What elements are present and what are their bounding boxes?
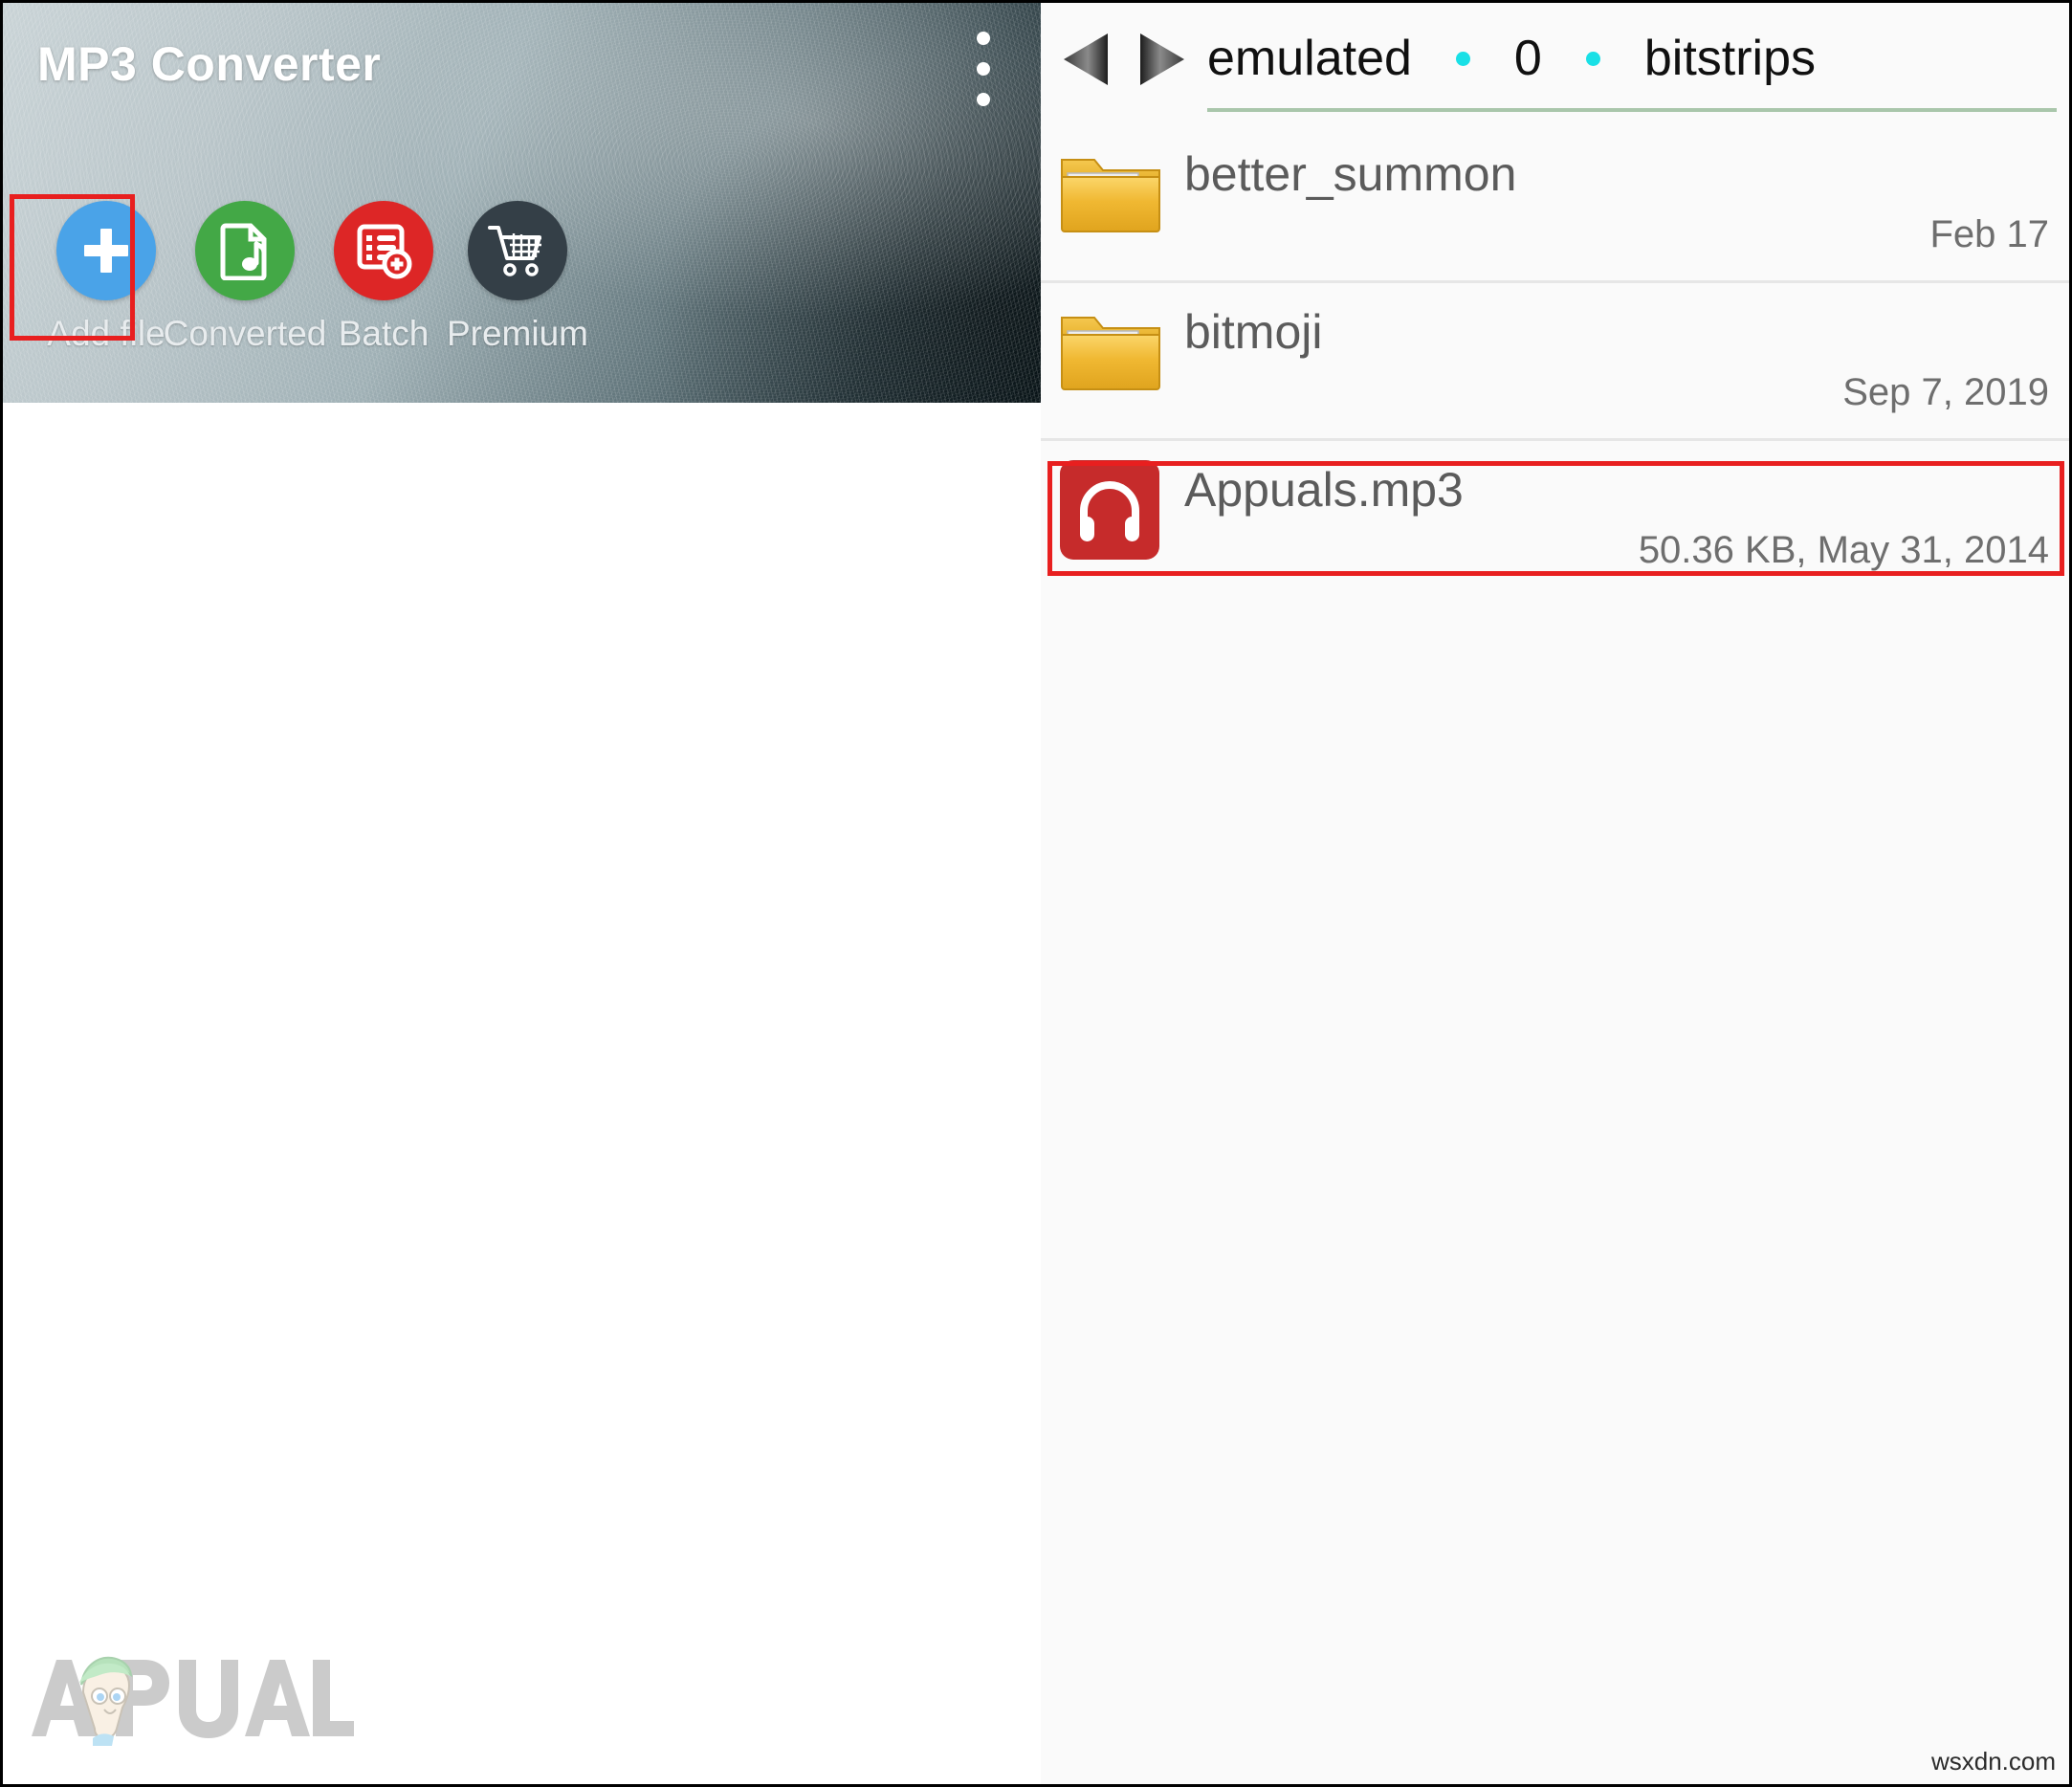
breadcrumb-underline [1207,108,2057,112]
breadcrumb-item-0[interactable]: 0 [1514,30,1542,87]
folder-icon [1058,148,1163,236]
app-header-banner: MP3 Converter Add file Converted Batch P… [3,3,1041,403]
appuals-watermark-logo [24,1639,356,1752]
file-meta: 50.36 KB, May 31, 2014 [1638,529,2049,571]
music-file-icon [195,201,295,300]
file-meta: Feb 17 [1929,213,2049,255]
menu-dot [977,32,990,45]
shopping-cart-icon [468,201,567,300]
premium-label: Premium [446,314,589,353]
breadcrumb-item-emulated[interactable]: emulated [1207,30,1412,87]
page-title: MP3 Converter [37,37,382,91]
file-list: better_summon Feb 17 bitmoji Sep 7, 2019 [1041,125,2069,596]
add-file-label: Add file [47,314,165,353]
file-name: better_summon [1184,147,1517,201]
breadcrumb: emulated 0 bitstrips [1207,16,2059,100]
list-item[interactable]: bitmoji Sep 7, 2019 [1041,283,2069,441]
breadcrumb-separator-dot [1585,51,1600,66]
breadcrumb-separator-dot [1455,51,1470,66]
file-meta: Sep 7, 2019 [1842,371,2049,413]
file-name: Appuals.mp3 [1184,463,1464,517]
screenshot-root: MP3 Converter Add file Converted Batch P… [0,0,2072,1787]
list-item[interactable]: better_summon Feb 17 [1041,125,2069,283]
more-vertical-icon[interactable] [967,32,1000,106]
plus-icon [56,201,156,300]
folder-icon [1058,306,1163,394]
list-add-icon [334,201,433,300]
breadcrumb-bar: emulated 0 bitstrips [1041,3,2069,125]
menu-dot [977,93,990,106]
file-name: bitmoji [1184,305,1323,359]
breadcrumb-item-bitstrips[interactable]: bitstrips [1644,30,1816,87]
site-watermark: wsxdn.com [1930,1747,2056,1776]
triangle-right-icon[interactable] [1135,30,1188,89]
mp3-converter-app: MP3 Converter Add file Converted Batch P… [3,3,1041,1784]
batch-label: Batch [338,314,430,353]
file-browser-panel: emulated 0 bitstrips better_summon Feb 1… [1041,3,2069,1784]
triangle-left-icon[interactable] [1060,30,1113,89]
menu-dot [977,62,990,76]
list-item[interactable]: Appuals.mp3 50.36 KB, May 31, 2014 [1041,441,2069,596]
app-toolbar: Add file Converted Batch Premium [3,199,1041,376]
headphones-icon [1060,460,1159,560]
premium-button[interactable]: Premium [424,199,611,376]
